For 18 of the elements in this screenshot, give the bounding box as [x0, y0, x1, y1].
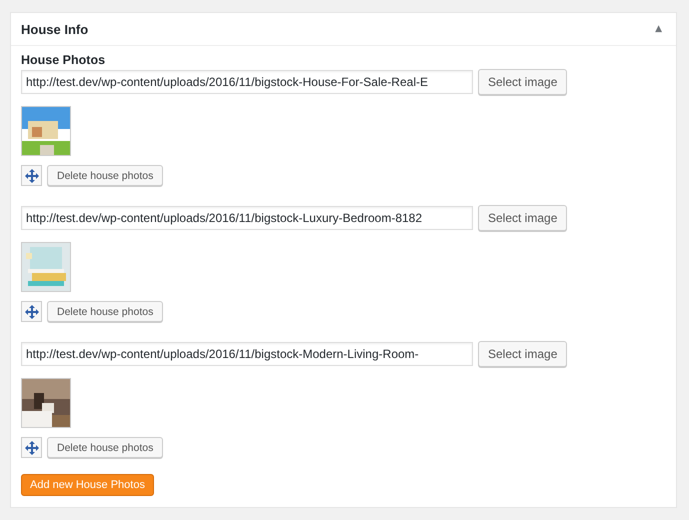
input-field[interactable]: http://test.dev/wp-content/uploads/2016/11/bigstock-Modern-Living-Room-: [21, 342, 473, 366]
select-image-button[interactable]: Select image: [478, 341, 568, 367]
move-handle[interactable]: [21, 437, 42, 458]
select-image-button[interactable]: Select image: [478, 69, 568, 95]
move-handle[interactable]: [21, 165, 42, 186]
panel-title: House Info: [21, 22, 88, 36]
delete-button[interactable]: Delete house photos: [47, 301, 164, 322]
delete-button[interactable]: Delete house photos: [47, 165, 164, 186]
field-label: House Photos: [21, 53, 106, 67]
delete-button[interactable]: Delete house photos: [47, 437, 164, 458]
move-icon: [24, 440, 38, 454]
input-field[interactable]: http://test.dev/wp-content/uploads/2016/11/bigstock-Luxury-Bedroom-8182: [21, 206, 473, 230]
move-icon: [24, 304, 38, 318]
move-handle[interactable]: [21, 301, 42, 322]
input-field[interactable]: http://test.dev/wp-content/uploads/2016/11/bigstock-House-For-Sale-Real-E: [21, 70, 473, 94]
move-icon: [24, 168, 38, 182]
select-image-button[interactable]: Select image: [478, 205, 568, 231]
collapse-toggle[interactable]: ▲: [651, 24, 666, 34]
